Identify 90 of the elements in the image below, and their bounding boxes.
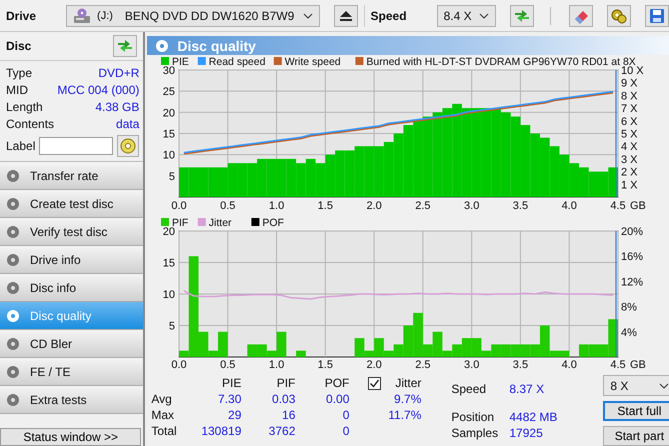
info-value: 4.38 GB <box>95 100 140 114</box>
axis-tick-label: 4.5 <box>610 200 626 212</box>
stat-value: 3762 <box>268 424 296 438</box>
axis-tick-label: 4.0 <box>562 359 578 371</box>
readout-value: 4482 MB <box>509 410 558 424</box>
axis-tick-label: 7 X <box>621 103 638 116</box>
legend-label: Jitter <box>209 217 232 229</box>
info-value: data <box>116 117 140 131</box>
axis-tick-label: 3 X <box>621 154 638 166</box>
axis-tick-label: 1.5 <box>318 200 334 212</box>
axis-tick-label: 10 <box>163 289 176 301</box>
axis-tick-label: 15 <box>163 258 176 270</box>
row-label: Total <box>151 424 178 438</box>
axis-tick-label: 4 X <box>621 141 638 154</box>
stat-value: 7.30 <box>217 392 242 406</box>
axis-tick-label: 25 <box>163 86 176 98</box>
info-label: Length <box>6 100 43 114</box>
axis-tick-label: 3.5 <box>513 359 528 371</box>
legend-label: PIF <box>172 217 189 229</box>
axis-tick-label: 4.5 <box>610 359 626 371</box>
axis-tick-label: 8 X <box>621 90 638 102</box>
column-header: PIF <box>276 376 296 390</box>
disc-title: Disc <box>6 39 32 53</box>
readout-label: Samples <box>451 426 500 440</box>
axis-tick-label: 0.5 <box>220 359 236 371</box>
axis-tick-label: 5 X <box>621 128 638 140</box>
stat-value: 11.7% <box>387 408 422 422</box>
readout-label: Speed <box>451 382 488 396</box>
stat-value: 0 <box>342 424 350 438</box>
column-header: PIE <box>221 376 242 390</box>
axis-tick-label: 10 X <box>621 65 644 77</box>
info-label: Contents <box>6 117 54 131</box>
info-value: DVD+R <box>98 66 140 80</box>
axis-tick-label: 9 X <box>621 78 638 90</box>
info-label: Type <box>6 66 32 80</box>
readout-label: Position <box>451 410 496 424</box>
axis-tick-label: 6 X <box>621 116 638 128</box>
stat-value: 16 <box>281 408 296 422</box>
stat-value: 0.03 <box>271 392 296 406</box>
stat-value: 130819 <box>200 424 242 438</box>
axis-tick-label: 2.5 <box>416 200 431 212</box>
stat-value: 29 <box>227 408 242 422</box>
axis-tick-label: 2.0 <box>366 200 382 212</box>
axis-tick-label: 30 <box>163 65 176 77</box>
panel-title: Disc quality <box>177 38 256 54</box>
legend-label: POF <box>262 217 284 229</box>
column-header: POF <box>324 376 350 390</box>
axis-tick-label: 8% <box>621 302 638 314</box>
axis-tick-label: 5 <box>169 170 176 183</box>
axis-tick-label: 0.0 <box>172 359 188 371</box>
axis-tick-label: 10 <box>163 150 176 162</box>
info-value: MCC 004 (000) <box>57 83 140 97</box>
axis-tick-label: 4% <box>621 326 638 339</box>
axis-tick-label: 2.5 <box>416 359 431 371</box>
axis-tick-label: 5 <box>169 320 176 332</box>
legend-label: Write speed <box>285 56 342 68</box>
info-label: MID <box>6 83 28 97</box>
axis-tick-label: 3.5 <box>513 200 528 212</box>
axis-tick-label: 2 X <box>621 166 638 179</box>
axis-tick-label: 4.0 <box>562 200 578 212</box>
axis-tick-label: 20 <box>163 226 176 238</box>
axis-tick-label: 1 X <box>621 179 638 192</box>
axis-tick-label: 16% <box>621 251 644 264</box>
axis-tick-label: 2.0 <box>366 359 382 371</box>
axis-tick-label: 20 <box>163 107 176 120</box>
axis-tick-label: 1.0 <box>269 200 285 212</box>
stat-value: 0.00 <box>325 392 350 406</box>
axis-tick-label: 0.5 <box>220 200 236 212</box>
readout-value: 8.37 X <box>509 382 544 396</box>
axis-unit-label: GB <box>630 359 646 371</box>
readout-value: 17925 <box>509 426 543 440</box>
legend-label: Read speed <box>209 56 266 68</box>
axis-tick-label: 3.0 <box>464 359 480 371</box>
legend-label: PIE <box>172 56 190 68</box>
axis-tick-label: 1.5 <box>318 359 334 371</box>
row-label: Avg <box>151 392 173 406</box>
drive-label: Drive <box>6 8 36 22</box>
axis-tick-label: 3.0 <box>464 200 480 212</box>
label-caption: Label <box>6 139 36 153</box>
axis-tick-label: 12% <box>621 276 644 288</box>
axis-tick-label: 15 <box>163 128 176 140</box>
column-header: Jitter <box>395 376 422 390</box>
row-label: Max <box>151 408 176 422</box>
stat-value: 0 <box>342 408 350 422</box>
axis-tick-label: 1.0 <box>269 359 285 371</box>
axis-tick-label: 0.0 <box>172 200 188 212</box>
stat-value: 9.7% <box>393 392 422 406</box>
speed-label: Speed <box>370 8 407 22</box>
axis-unit-label: GB <box>630 200 646 212</box>
axis-tick-label: 20% <box>621 226 644 238</box>
